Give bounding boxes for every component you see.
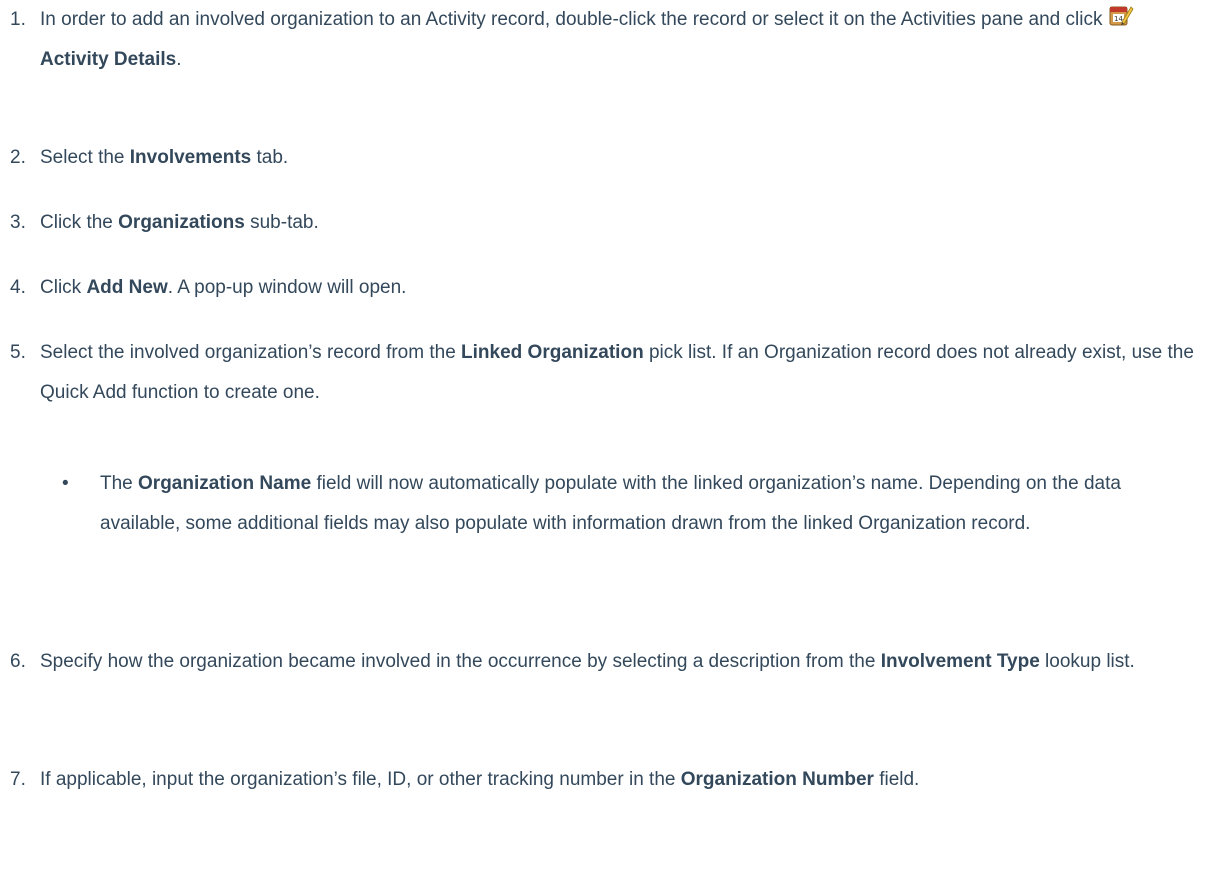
step-text: Specify how the organization became invo… xyxy=(40,642,1200,682)
bold-term: Involvement Type xyxy=(880,651,1040,672)
step-number: 3. xyxy=(10,212,26,233)
text-run: . xyxy=(176,49,182,70)
step-number: 7. xyxy=(10,769,26,790)
step-number: 6. xyxy=(10,651,26,672)
activity-details-icon: 14 xyxy=(1108,2,1134,28)
step-text: In order to add an involved organization… xyxy=(40,0,1200,80)
step-number: 4. xyxy=(10,277,26,298)
text-run: If applicable, input the organization’s … xyxy=(40,769,681,790)
step-text: Click the Organizations sub-tab. xyxy=(40,203,1200,243)
text-run: field. xyxy=(873,769,920,790)
text-run: lookup list. xyxy=(1039,651,1135,672)
bold-term: Organization Number xyxy=(680,769,874,790)
text-run: The xyxy=(100,473,139,494)
bold-term: Organizations xyxy=(118,212,245,233)
bullet-text: The Organization Name field will now aut… xyxy=(100,464,1200,544)
text-run: In order to add an involved organization… xyxy=(40,9,1108,30)
step-text: Select the Involvements tab. xyxy=(40,138,1200,178)
bold-term: Involvements xyxy=(129,147,252,168)
text-run: Select the xyxy=(40,147,130,168)
bold-term: Organization Name xyxy=(138,473,312,494)
text-run: Click the xyxy=(40,212,119,233)
text-run: Specify how the organization became invo… xyxy=(40,651,881,672)
step-text: If applicable, input the organization’s … xyxy=(40,760,1200,800)
text-run: . A pop-up window will open. xyxy=(167,277,407,298)
step-text: Click Add New. A pop-up window will open… xyxy=(40,268,1200,308)
step-number: 5. xyxy=(10,342,26,363)
step-text: Select the involved organization’s recor… xyxy=(40,333,1200,413)
step-number: 1. xyxy=(10,9,26,30)
text-run: Select the involved organization’s recor… xyxy=(40,342,462,363)
bold-term: Add New xyxy=(86,277,168,298)
text-run: tab. xyxy=(251,147,289,168)
bold-term: Linked Organization xyxy=(461,342,644,363)
text-run: Click xyxy=(40,277,87,298)
text-run: sub-tab. xyxy=(244,212,319,233)
step-number: 2. xyxy=(10,147,26,168)
bullet-marker: • xyxy=(62,473,69,494)
instructions-document: 1. In order to add an involved organizat… xyxy=(0,0,1210,888)
bold-term: Activity Details xyxy=(40,49,177,70)
